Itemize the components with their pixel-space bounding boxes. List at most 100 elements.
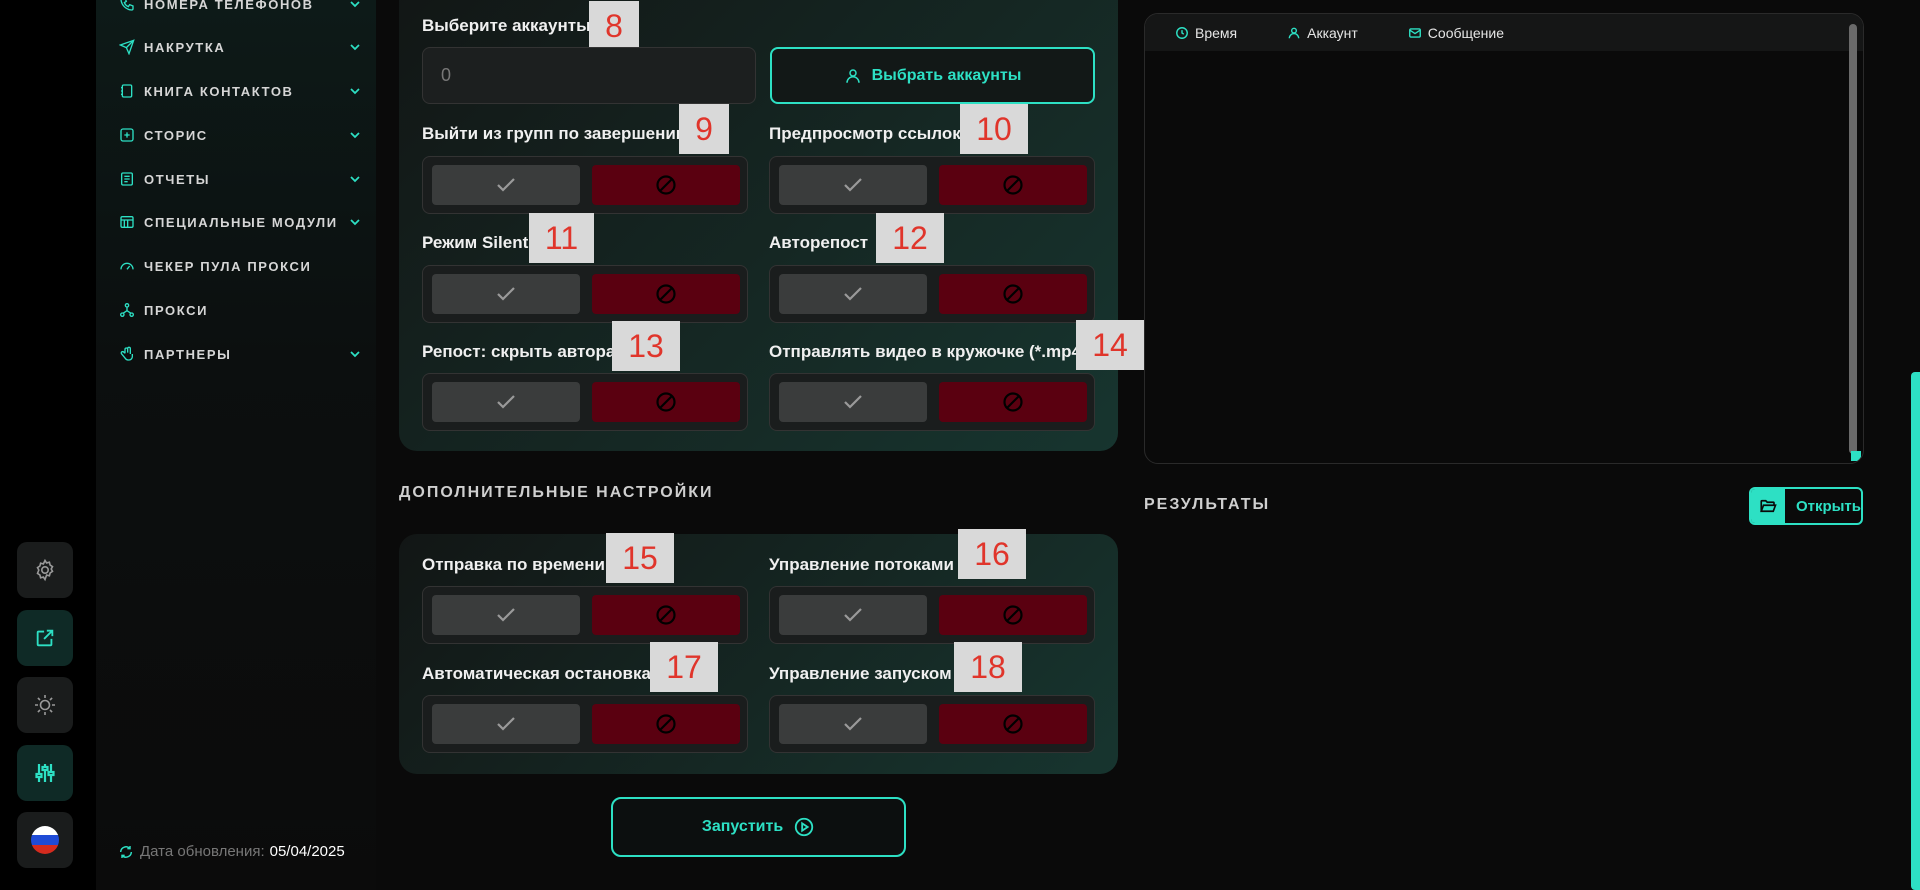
toggle-yes-button[interactable] <box>432 274 580 314</box>
check-icon <box>844 395 862 409</box>
resize-handle[interactable] <box>1851 451 1861 461</box>
user-icon <box>1288 27 1300 38</box>
select-accounts-label: Выбрать аккаунты <box>871 66 1022 84</box>
option-label: Управление запуском <box>769 664 952 683</box>
option-label: Репост: скрыть автора <box>422 342 616 361</box>
page-scrollbar[interactable] <box>1911 372 1920 890</box>
chevron-down-icon <box>350 132 360 139</box>
paper-plane-icon <box>118 38 136 56</box>
user-icon <box>845 68 860 83</box>
toggle-repost-hide-author <box>422 373 748 431</box>
annotation-badge: 15 <box>606 533 674 583</box>
sidebar-item-phone-numbers[interactable]: НОМЕРА ТЕЛЕФОНОВ <box>118 0 363 15</box>
results-title: РЕЗУЛЬТАТЫ <box>1144 496 1271 513</box>
toggle-no-button[interactable] <box>592 382 740 422</box>
toggle-yes-button[interactable] <box>432 382 580 422</box>
play-circle-icon <box>794 817 814 837</box>
extra-settings-title: ДОПОЛНИТЕЛЬНЫЕ НАСТРОЙКИ <box>399 484 714 501</box>
check-icon <box>844 608 862 622</box>
toggle-yes-button[interactable] <box>779 704 927 744</box>
ban-icon <box>656 175 676 195</box>
annotation-badge: 18 <box>954 642 1022 692</box>
gear-icon <box>36 558 54 582</box>
clock-icon <box>1176 26 1188 39</box>
check-icon <box>497 287 515 301</box>
sidebar-item-contact-book[interactable]: КНИГА КОНТАКТОВ <box>118 80 363 102</box>
update-label: Дата обновления: <box>140 843 265 860</box>
log-column-label: Сообщение <box>1427 24 1504 41</box>
ban-icon <box>656 392 676 412</box>
toggle-yes-button[interactable] <box>779 595 927 635</box>
option-label: Автоматическая остановка <box>422 664 651 683</box>
ban-icon <box>656 714 676 734</box>
option-label: Выйти из групп по завершении <box>422 124 687 143</box>
toggle-yes-button[interactable] <box>779 274 927 314</box>
theme-toggle-button[interactable] <box>17 677 73 733</box>
ban-icon <box>1003 605 1023 625</box>
toggle-scheduled-send <box>422 586 748 644</box>
icon-rail <box>0 0 96 890</box>
accounts-count-input[interactable] <box>422 47 756 104</box>
chevron-down-icon <box>350 351 360 358</box>
check-icon <box>497 178 515 192</box>
log-column-time: Время <box>1175 25 1237 41</box>
toggle-link-preview <box>769 156 1095 214</box>
sidebar-item-label: ПАРТНЕРЫ <box>144 346 232 362</box>
toggle-yes-button[interactable] <box>432 704 580 744</box>
toggle-silent-mode <box>422 265 748 323</box>
chevron-down-icon <box>350 44 360 51</box>
sidebar-item-label: ЧЕКЕР ПУЛА ПРОКСИ <box>144 258 312 274</box>
sidebar-item-special-modules[interactable]: СПЕЦИАЛЬНЫЕ МОДУЛИ <box>118 211 363 233</box>
annotation-badge: 13 <box>612 321 680 371</box>
toggle-yes-button[interactable] <box>432 165 580 205</box>
toggle-no-button[interactable] <box>939 274 1087 314</box>
select-accounts-button[interactable]: Выбрать аккаунты <box>770 47 1095 104</box>
toggle-yes-button[interactable] <box>432 595 580 635</box>
app-window: НОМЕРА ТЕЛЕФОНОВ НАКРУТКА КНИГА КОНТАКТО… <box>0 0 1920 890</box>
chevron-down-icon <box>350 1 360 8</box>
toggle-no-button[interactable] <box>592 165 740 205</box>
toggle-auto-stop <box>422 695 748 753</box>
chevron-down-icon <box>350 219 360 226</box>
language-button[interactable] <box>17 812 73 868</box>
toggle-no-button[interactable] <box>592 595 740 635</box>
toggle-no-button[interactable] <box>592 704 740 744</box>
log-header: Время Аккаунт Сообщение <box>1145 14 1863 51</box>
start-button[interactable]: Запустить <box>611 797 906 857</box>
toggle-launch-control <box>769 695 1095 753</box>
toggle-no-button[interactable] <box>939 704 1087 744</box>
check-icon <box>497 395 515 409</box>
start-label: Запустить <box>701 818 784 835</box>
settings-button[interactable] <box>17 542 73 598</box>
sidebar: НОМЕРА ТЕЛЕФОНОВ НАКРУТКА КНИГА КОНТАКТО… <box>96 0 376 890</box>
open-results-button[interactable]: Открыть <box>1749 487 1863 525</box>
toggle-no-button[interactable] <box>939 595 1087 635</box>
toggle-no-button[interactable] <box>592 274 740 314</box>
toggle-yes-button[interactable] <box>779 165 927 205</box>
log-panel: Время Аккаунт Сообщение <box>1144 13 1864 464</box>
log-column-account: Аккаунт <box>1287 25 1358 41</box>
sidebar-item-proxy[interactable]: ПРОКСИ <box>118 299 363 321</box>
sliders-button[interactable] <box>17 745 73 801</box>
sidebar-item-reports[interactable]: ОТЧЕТЫ <box>118 168 363 190</box>
log-scrollbar[interactable] <box>1849 24 1857 454</box>
network-icon <box>118 301 136 319</box>
sidebar-item-label: ПРОКСИ <box>144 302 209 318</box>
sidebar-item-partners[interactable]: ПАРТНЕРЫ <box>118 343 363 365</box>
sidebar-item-label: СПЕЦИАЛЬНЫЕ МОДУЛИ <box>144 214 338 230</box>
toggle-no-button[interactable] <box>939 382 1087 422</box>
sidebar-item-proxy-pool-checker[interactable]: ЧЕКЕР ПУЛА ПРОКСИ <box>118 255 363 277</box>
ban-icon <box>656 284 676 304</box>
external-link-button[interactable] <box>17 610 73 666</box>
ban-icon <box>1003 392 1023 412</box>
check-icon <box>844 178 862 192</box>
sidebar-item-stories[interactable]: СТОРИС <box>118 124 363 146</box>
toggle-no-button[interactable] <box>939 165 1087 205</box>
hand-icon <box>118 345 136 363</box>
check-icon <box>497 608 515 622</box>
check-icon <box>497 717 515 731</box>
open-results-label: Открыть <box>1795 497 1861 515</box>
toggle-yes-button[interactable] <box>779 382 927 422</box>
toggle-thread-control <box>769 586 1095 644</box>
sidebar-item-boost[interactable]: НАКРУТКА <box>118 36 363 58</box>
